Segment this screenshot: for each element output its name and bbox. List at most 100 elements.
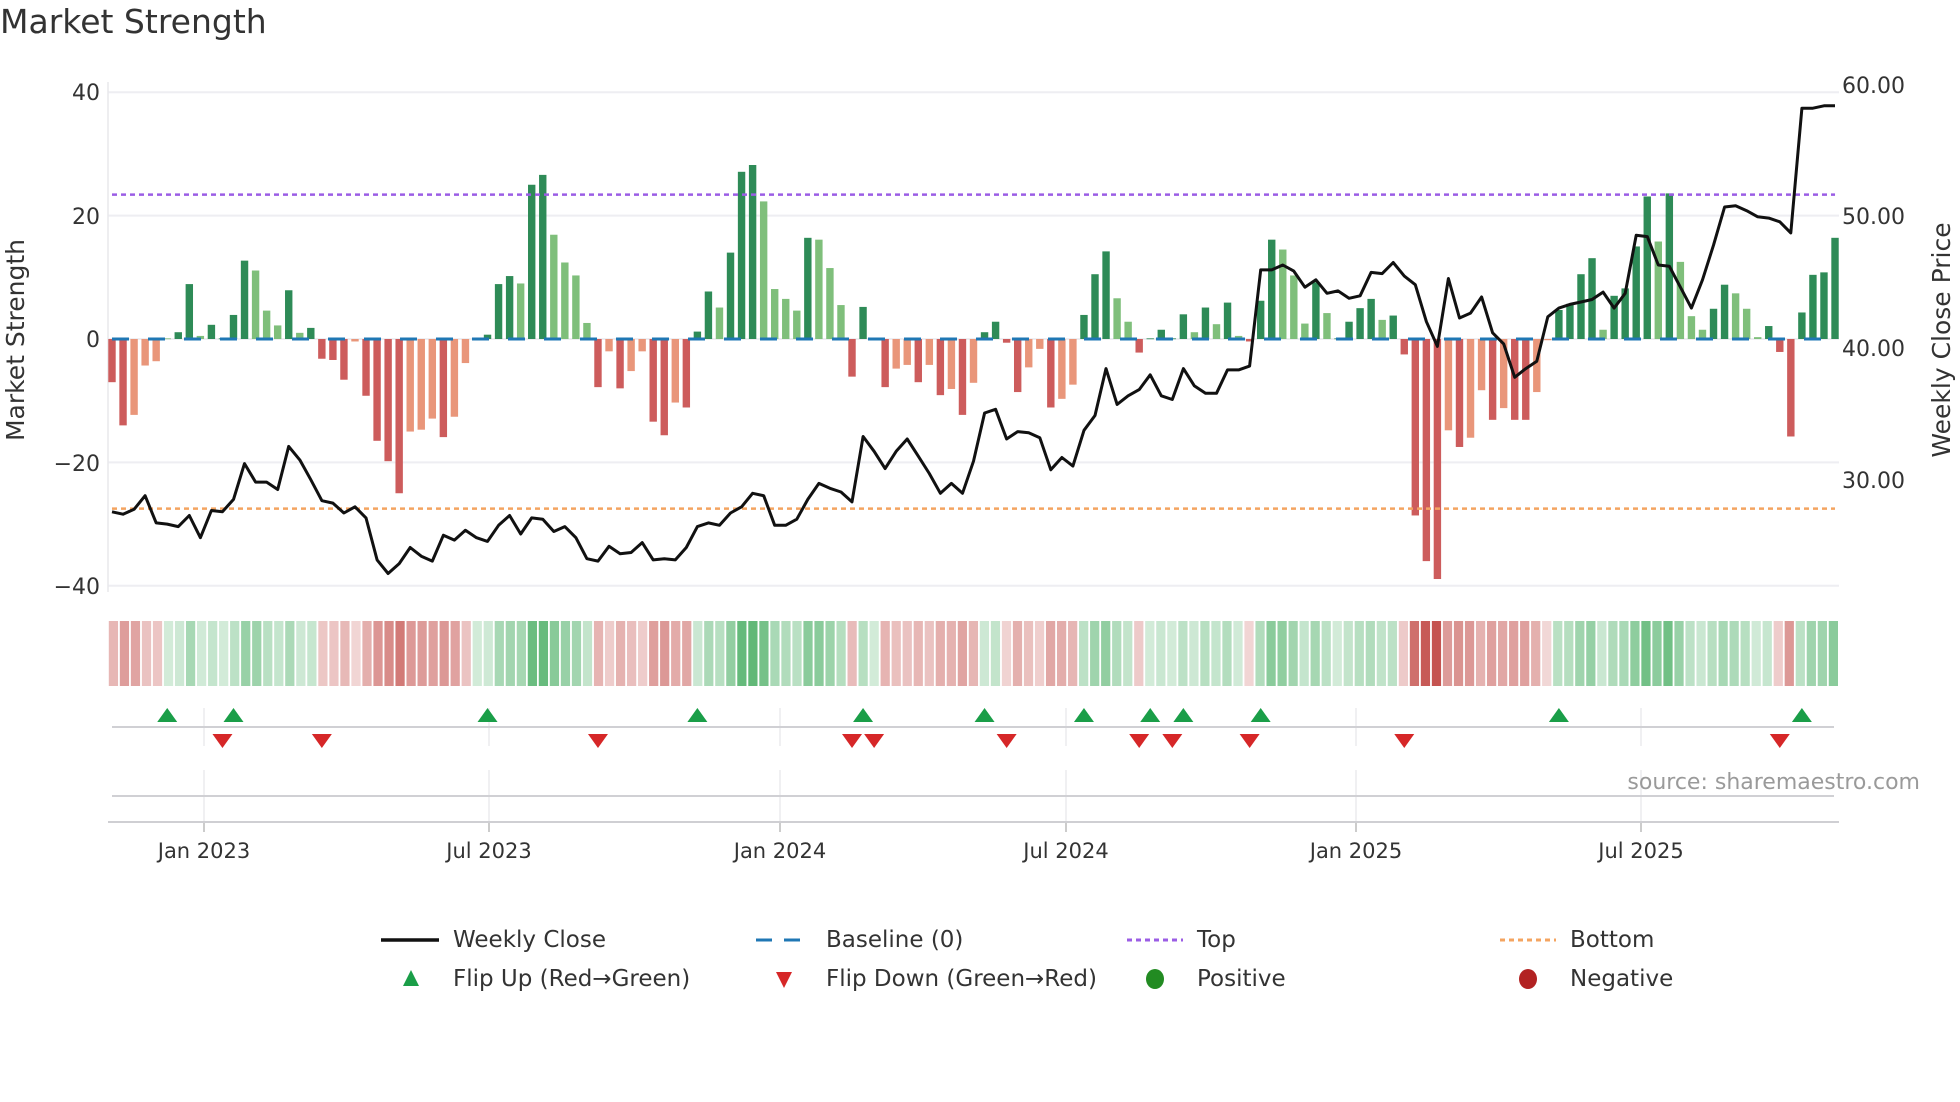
flip-down-marker <box>842 734 863 748</box>
strength-bar <box>1555 310 1563 339</box>
heat-strip-cell <box>1354 621 1364 686</box>
flip-up-marker <box>853 708 874 722</box>
heat-strip-cell <box>119 621 130 686</box>
heat-strip-cell <box>792 621 802 686</box>
heat-strip-cell <box>682 621 692 686</box>
flip-down-marker <box>1769 734 1790 748</box>
heat-strip-cell <box>979 621 990 686</box>
flip-down-marker <box>1239 734 1260 748</box>
strength-bar <box>108 339 116 383</box>
heat-strip-cell <box>814 621 824 686</box>
heat-strip-cell <box>726 621 736 686</box>
strength-bar <box>1356 308 1364 339</box>
circle-green-icon <box>1146 969 1164 989</box>
heat-strip-cell <box>417 621 427 686</box>
strength-bar <box>1135 339 1143 353</box>
heat-strip-cell <box>1586 621 1596 686</box>
line-swatch-icon <box>381 938 439 942</box>
heat-strip-cell <box>1509 621 1519 686</box>
heat-strip-cell <box>1740 621 1750 686</box>
flip-down-marker <box>1129 734 1150 748</box>
heat-strip-cell <box>1564 621 1574 686</box>
strength-bar <box>406 339 414 432</box>
strength-bar <box>1632 246 1640 339</box>
strength-bar <box>1776 339 1784 352</box>
strength-bar <box>1080 314 1088 339</box>
strength-bar <box>1566 303 1574 339</box>
strength-bar <box>1544 339 1552 341</box>
strength-bar <box>1312 282 1320 339</box>
x-tick-label: Jul 2023 <box>444 839 531 863</box>
heat-strip-cell <box>494 621 504 686</box>
strength-bar <box>1146 338 1154 340</box>
strength-bar <box>1124 321 1132 339</box>
strength-bar <box>362 339 370 396</box>
strength-bar <box>671 339 679 403</box>
heat-strip-cell <box>1674 621 1684 686</box>
heat-strip-cell <box>285 621 295 686</box>
heat-strip-cell <box>1332 621 1342 686</box>
heat-strip-cell <box>1696 621 1706 686</box>
strength-bar <box>1809 274 1817 339</box>
heat-strip-cell <box>1542 621 1552 686</box>
heat-strip-cell <box>1773 621 1783 686</box>
legend-positive: Positive <box>1125 964 1286 994</box>
legend-label: Positive <box>1197 966 1286 992</box>
strength-bar <box>859 306 867 339</box>
heat-strip-cell <box>604 621 615 686</box>
heat-strip-cell <box>660 621 670 686</box>
flip-up-marker <box>1548 708 1569 722</box>
heat-strip-cell <box>1531 621 1541 686</box>
flip-up-marker <box>974 708 995 722</box>
heat-strip-cell <box>307 621 317 686</box>
heat-strip-cell <box>395 621 405 686</box>
heat-strip-cell <box>1575 621 1585 686</box>
strength-bar <box>439 339 448 438</box>
heat-strip-cell <box>1685 621 1695 686</box>
strength-bar <box>660 339 668 436</box>
heat-strip-cell <box>1233 621 1243 686</box>
heat-strip-cell <box>1707 621 1717 686</box>
flip-down-marker <box>311 734 332 748</box>
strength-bar <box>428 339 437 419</box>
heat-strip-cell <box>1475 621 1486 686</box>
legend-label: Flip Up (Red→Green) <box>453 966 691 992</box>
strength-bar <box>748 165 757 339</box>
heat-strip-cell <box>1795 621 1805 686</box>
heat-strip-cell <box>230 621 240 686</box>
heat-strip-cell <box>935 621 945 686</box>
strength-bar <box>461 339 470 364</box>
heat-strip-cell <box>913 621 923 686</box>
heat-strip-cell <box>571 621 582 686</box>
strength-bar <box>947 339 956 389</box>
heat-strip-cell <box>1718 621 1728 686</box>
strength-bar <box>351 339 359 342</box>
y2-tick-label: 40.00 <box>1842 337 1905 362</box>
heat-strip-cell <box>880 621 890 686</box>
heat-strip-cell <box>1409 621 1420 686</box>
heat-strip-cell <box>208 621 218 686</box>
strength-bar <box>682 339 691 408</box>
strength-bar <box>991 321 1000 339</box>
heat-strip-cell <box>1310 621 1320 686</box>
y-tick-label: 40 <box>72 81 100 106</box>
heat-strip-cell <box>858 621 868 686</box>
heat-strip-cell <box>152 621 163 686</box>
heat-strip-cell <box>1200 621 1210 686</box>
heat-strip-cell <box>1729 621 1739 686</box>
strength-bar <box>1676 261 1685 339</box>
heat-strip-cell <box>483 621 493 686</box>
flip-up-marker <box>157 708 178 722</box>
heat-strip-cell <box>582 621 593 686</box>
legend-flip-down: Flip Down (Green→Red) <box>754 964 1097 994</box>
strength-bar <box>605 339 613 352</box>
strength-bar <box>318 339 326 359</box>
strength-bar <box>1091 274 1099 339</box>
strength-bar <box>141 339 149 366</box>
heat-strip-cell <box>671 621 681 686</box>
heat-strip-cell <box>505 621 515 686</box>
strength-bar <box>240 260 249 339</box>
heat-strip-cell <box>704 621 714 686</box>
strength-bar <box>1301 323 1309 339</box>
heat-strip-cell <box>1321 621 1331 686</box>
